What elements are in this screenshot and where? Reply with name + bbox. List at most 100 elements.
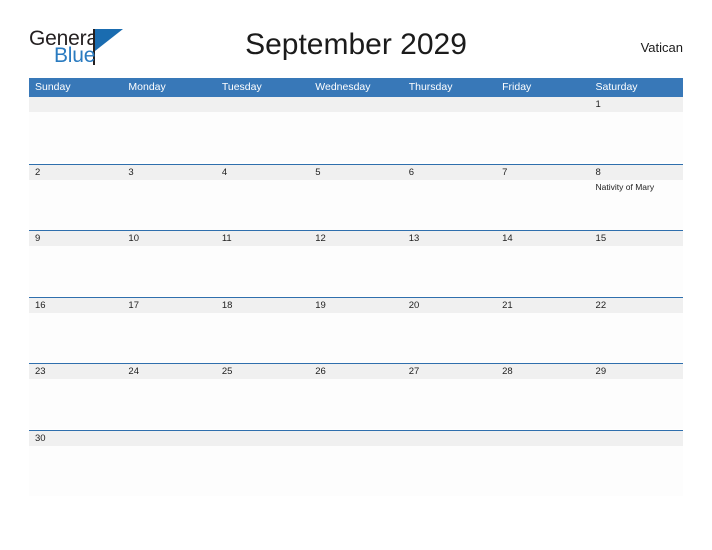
locale-label: Vatican — [640, 40, 683, 55]
day-number-empty — [309, 431, 402, 446]
day-number-empty — [122, 97, 215, 112]
weekday-header-wednesday: Wednesday — [315, 81, 371, 93]
day-cell[interactable] — [216, 180, 309, 230]
day-number[interactable]: 13 — [403, 231, 496, 246]
day-cell[interactable] — [216, 246, 309, 296]
day-number-band: 1 — [29, 97, 683, 112]
day-number[interactable]: 29 — [590, 364, 683, 379]
day-number[interactable]: 24 — [122, 364, 215, 379]
day-cell[interactable]: Nativity of Mary — [590, 180, 683, 230]
day-number[interactable]: 16 — [29, 298, 122, 313]
day-cell — [496, 446, 589, 496]
day-number[interactable]: 23 — [29, 364, 122, 379]
day-cell[interactable] — [122, 180, 215, 230]
day-number[interactable]: 14 — [496, 231, 589, 246]
day-cell — [309, 446, 402, 496]
day-cell[interactable] — [403, 180, 496, 230]
day-cell[interactable] — [590, 379, 683, 429]
day-cell[interactable] — [496, 379, 589, 429]
day-number-band: 2345678 — [29, 164, 683, 180]
day-number-band: 16 17 18 19 20 21 22 — [29, 297, 683, 313]
day-cell[interactable] — [216, 313, 309, 363]
day-number-empty — [496, 431, 589, 446]
day-number[interactable]: 18 — [216, 298, 309, 313]
day-cell[interactable] — [403, 379, 496, 429]
day-cell — [122, 112, 215, 162]
day-number[interactable]: 1 — [590, 97, 683, 112]
day-number-empty — [309, 97, 402, 112]
calendar-week-row: 1 — [29, 97, 683, 164]
day-cell[interactable] — [29, 446, 122, 496]
day-cell — [216, 446, 309, 496]
day-cell — [403, 112, 496, 162]
day-cell[interactable] — [403, 313, 496, 363]
day-number-band: 30 — [29, 430, 683, 446]
day-content-band — [29, 112, 683, 162]
weekday-header-row: Sunday Monday Tuesday Wednesday Thursday… — [29, 78, 683, 97]
day-cell — [309, 112, 402, 162]
day-cell[interactable] — [590, 246, 683, 296]
day-number[interactable]: 3 — [122, 165, 215, 180]
calendar-week-row: 9 10 11 12 13 14 15 — [29, 230, 683, 297]
calendar-grid: Sunday Monday Tuesday Wednesday Thursday… — [29, 78, 683, 496]
day-cell[interactable] — [29, 313, 122, 363]
day-cell — [29, 112, 122, 162]
day-number-band: 9 10 11 12 13 14 15 — [29, 231, 683, 246]
day-number[interactable]: 21 — [496, 298, 589, 313]
day-number[interactable]: 11 — [216, 231, 309, 246]
day-number[interactable]: 26 — [309, 364, 402, 379]
page-title: September 2029 — [245, 28, 467, 61]
weekday-header-sunday: Sunday — [35, 81, 71, 93]
day-cell[interactable] — [29, 379, 122, 429]
day-number-empty — [122, 431, 215, 446]
day-number-empty — [29, 97, 122, 112]
day-number[interactable]: 25 — [216, 364, 309, 379]
calendar-weeks: 1 2 3 4 5 6 7 8 Nativity of Mary 9 10 11 12 13 14 15 16 1… — [29, 97, 683, 496]
weekday-header-friday: Friday — [502, 81, 532, 93]
day-cell[interactable] — [309, 313, 402, 363]
day-cell[interactable] — [496, 246, 589, 296]
day-number[interactable]: 30 — [29, 431, 122, 446]
day-number[interactable]: 4 — [216, 165, 309, 180]
day-cell — [496, 112, 589, 162]
day-cell[interactable] — [590, 112, 683, 162]
day-cell — [590, 446, 683, 496]
day-cell[interactable] — [403, 246, 496, 296]
day-number[interactable]: 12 — [309, 231, 402, 246]
day-cell[interactable] — [590, 313, 683, 363]
weekday-header-saturday: Saturday — [595, 81, 638, 93]
day-number[interactable]: 27 — [403, 364, 496, 379]
day-number[interactable]: 19 — [309, 298, 402, 313]
day-cell[interactable] — [122, 313, 215, 363]
day-number[interactable]: 9 — [29, 231, 122, 246]
day-content-band — [29, 246, 683, 296]
day-cell[interactable] — [122, 246, 215, 296]
day-cell[interactable] — [309, 180, 402, 230]
day-cell[interactable] — [309, 246, 402, 296]
day-cell[interactable] — [29, 180, 122, 230]
day-number[interactable]: 2 — [29, 165, 122, 180]
day-number[interactable]: 17 — [122, 298, 215, 313]
day-content-band — [29, 445, 683, 496]
calendar-week-row: 30 — [29, 429, 683, 497]
weekday-header-monday: Monday — [128, 81, 166, 93]
day-number[interactable]: 5 — [309, 165, 402, 180]
day-cell — [122, 446, 215, 496]
day-cell[interactable] — [122, 379, 215, 429]
day-number[interactable]: 15 — [590, 231, 683, 246]
day-number-band: 23 24 25 26 27 28 29 — [29, 364, 683, 379]
day-number[interactable]: 28 — [496, 364, 589, 379]
day-number[interactable]: 10 — [122, 231, 215, 246]
day-number-empty — [403, 431, 496, 446]
day-cell[interactable] — [496, 180, 589, 230]
day-number[interactable]: 8 — [590, 165, 683, 180]
day-number[interactable]: 22 — [590, 298, 683, 313]
page-header: General Blue September 2029 Vatican — [29, 24, 683, 72]
day-number[interactable]: 6 — [403, 165, 496, 180]
day-cell[interactable] — [309, 379, 402, 429]
day-number[interactable]: 20 — [403, 298, 496, 313]
day-cell[interactable] — [216, 379, 309, 429]
day-cell[interactable] — [29, 246, 122, 296]
day-number[interactable]: 7 — [496, 165, 589, 180]
day-cell[interactable] — [496, 313, 589, 363]
